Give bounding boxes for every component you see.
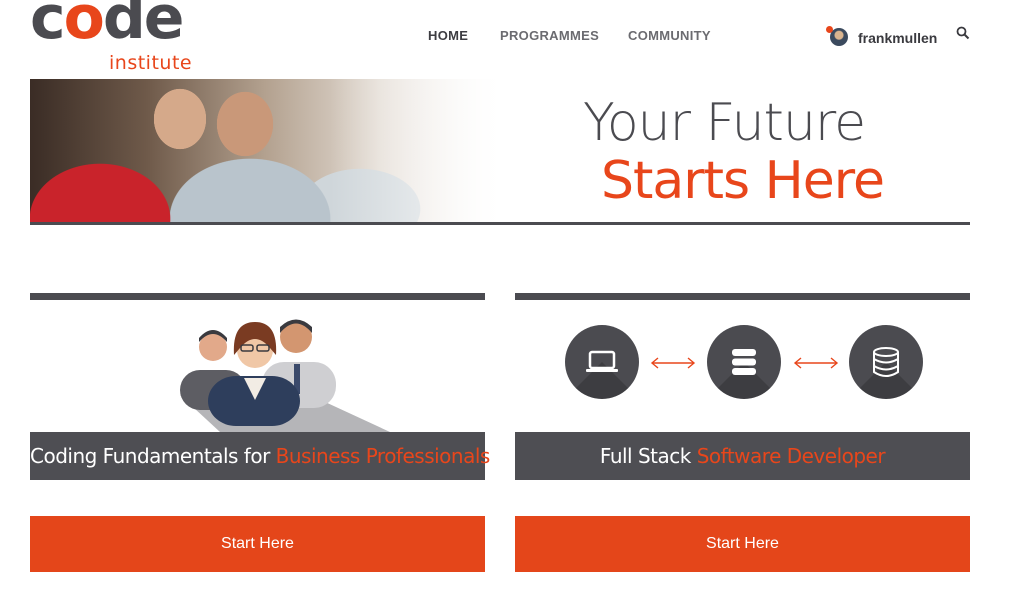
- notification-dot: [826, 26, 833, 33]
- card-title-plain: Full Stack: [599, 444, 697, 468]
- card-top-bar: [515, 293, 970, 300]
- hero-fade: [330, 79, 530, 223]
- hero-heading-line2: Starts Here: [601, 151, 885, 211]
- database-icon: [849, 325, 923, 399]
- card-title-accent: Business Professionals: [275, 444, 491, 468]
- people-illustration: [30, 300, 485, 432]
- start-here-button-fullstack[interactable]: Start Here: [515, 516, 970, 572]
- nav-home[interactable]: HOME: [428, 28, 468, 43]
- nav-programmes[interactable]: PROGRAMMES: [500, 28, 599, 43]
- card-title-fullstack: Full Stack Software Developer: [515, 432, 970, 480]
- server-icon: [707, 325, 781, 399]
- nav-community[interactable]: COMMUNITY: [628, 28, 711, 43]
- hero-divider: [30, 222, 970, 225]
- search-icon[interactable]: [956, 26, 970, 40]
- start-here-button-business[interactable]: Start Here: [30, 516, 485, 572]
- logo-subtitle: institute: [109, 52, 193, 74]
- hero-heading-line1: Your Future: [583, 93, 866, 153]
- stack-illustration: [515, 300, 970, 432]
- card-title-accent: Software Developer: [696, 444, 886, 468]
- double-arrow-icon: [793, 357, 839, 369]
- double-arrow-icon: [650, 357, 696, 369]
- card-title-business: Coding Fundamentals for Business Profess…: [30, 432, 490, 480]
- card-title-plain: Coding Fundamentals for: [30, 444, 276, 468]
- card-top-bar: [30, 293, 485, 300]
- professionals-icon: [180, 319, 390, 432]
- laptop-icon: [565, 325, 639, 399]
- card-fullstack: Full Stack Software Developer: [515, 293, 970, 480]
- username[interactable]: frankmullen: [858, 30, 937, 46]
- card-business: Coding Fundamentals for Business Profess…: [30, 293, 490, 480]
- hero-banner: Your Future Starts Here: [30, 79, 970, 223]
